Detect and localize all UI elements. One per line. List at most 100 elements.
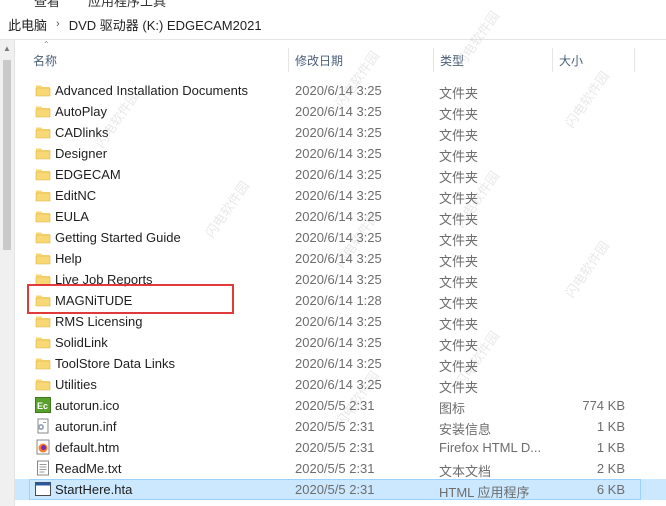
folder-icon: [35, 334, 51, 350]
file-row[interactable]: ToolStore Data Links 2020/6/14 3:25 文件夹: [15, 353, 666, 374]
file-date: 2020/6/14 1:28: [295, 293, 382, 308]
address-bar[interactable]: 此电脑 › DVD 驱动器 (K:) EDGECAM2021: [0, 9, 666, 40]
scroll-up-icon[interactable]: ▲: [3, 44, 11, 53]
file-row[interactable]: RMS Licensing 2020/6/14 3:25 文件夹: [15, 311, 666, 332]
ec-app-icon: Ec: [35, 397, 51, 413]
file-name: autorun.ico: [55, 398, 120, 413]
folder-icon: [35, 292, 51, 308]
setup-info-icon: [35, 418, 51, 434]
file-row[interactable]: SolidLink 2020/6/14 3:25 文件夹: [15, 332, 666, 353]
ribbon-tab-strip: 查看 应用程序工具: [0, 0, 666, 9]
file-type: 文件夹: [439, 233, 479, 248]
file-name: ToolStore Data Links: [55, 356, 175, 371]
folder-icon: [35, 82, 51, 98]
file-date: 2020/5/5 2:31: [295, 440, 375, 455]
file-name: RMS Licensing: [55, 314, 143, 329]
file-type: 文件夹: [439, 212, 479, 227]
file-list: ⌃ 名称 修改日期 类型 大小 Advanced Installation Do…: [15, 40, 666, 506]
file-row[interactable]: EDGECAM 2020/6/14 3:25 文件夹: [15, 164, 666, 185]
file-row[interactable]: Advanced Installation Documents 2020/6/14…: [15, 80, 666, 101]
file-row[interactable]: Getting Started Guide 2020/6/14 3:25 文件夹: [15, 227, 666, 248]
file-date: 2020/5/5 2:31: [295, 461, 375, 476]
file-size: 2 KB: [596, 461, 625, 476]
file-name: StartHere.hta: [55, 482, 133, 497]
folder-icon: [35, 208, 51, 224]
file-date: 2020/5/5 2:31: [295, 398, 375, 413]
file-row[interactable]: Live Job Reports 2020/6/14 3:25 文件夹: [15, 269, 666, 290]
navigation-pane-scrollbar[interactable]: ▲: [0, 40, 15, 506]
file-date: 2020/6/14 3:25: [295, 335, 382, 350]
file-name: CADlinks: [55, 125, 109, 140]
file-name: EDGECAM: [55, 167, 121, 182]
file-row[interactable]: ReadMe.txt 2020/5/5 2:31 文本文档 2 KB: [15, 458, 666, 479]
file-type: 文件夹: [439, 170, 479, 185]
file-date: 2020/6/14 3:25: [295, 272, 382, 287]
breadcrumb-this-pc[interactable]: 此电脑: [6, 15, 49, 34]
file-name: Designer: [55, 146, 108, 161]
file-name: EULA: [55, 209, 89, 224]
folder-icon: [35, 313, 51, 329]
breadcrumb-separator-icon[interactable]: ›: [49, 18, 67, 30]
file-type: 文件夹: [439, 149, 479, 164]
breadcrumb-dvd-drive[interactable]: DVD 驱动器 (K:) EDGECAM2021: [67, 15, 264, 34]
file-row[interactable]: Utilities 2020/6/14 3:25 文件夹: [15, 374, 666, 395]
file-name: Advanced Installation Documents: [55, 83, 248, 98]
file-name: ReadMe.txt: [55, 461, 122, 476]
folder-icon: [35, 103, 51, 119]
file-name: EditNC: [55, 188, 97, 203]
file-row[interactable]: MAGNiTUDE 2020/6/14 1:28 文件夹: [15, 290, 666, 311]
file-row[interactable]: Help 2020/6/14 3:25 文件夹: [15, 248, 666, 269]
app-tools-tab-fragment[interactable]: 应用程序工具: [88, 0, 166, 9]
file-row[interactable]: AutoPlay 2020/6/14 3:25 文件夹: [15, 101, 666, 122]
file-type: 图标: [439, 401, 466, 416]
column-header-name[interactable]: ⌃ 名称: [27, 40, 289, 80]
folder-icon: [35, 376, 51, 392]
file-date: 2020/6/14 3:25: [295, 251, 382, 266]
file-row[interactable]: EULA 2020/6/14 3:25 文件夹: [15, 206, 666, 227]
file-name: default.htm: [55, 440, 120, 455]
column-header-date[interactable]: 修改日期: [289, 40, 434, 80]
file-row[interactable]: autorun.inf 2020/5/5 2:31 安装信息 1 KB: [15, 416, 666, 437]
file-size: 774 KB: [582, 398, 625, 413]
file-row[interactable]: Ec autorun.ico 2020/5/5 2:31 图标 774 KB: [15, 395, 666, 416]
file-row[interactable]: StartHere.hta 2020/5/5 2:31 HTML 应用程序 6 KB: [15, 479, 666, 500]
text-document-icon: [35, 460, 51, 476]
view-tab-fragment[interactable]: 查看: [34, 0, 60, 9]
sort-ascending-icon: ⌃: [43, 40, 50, 49]
file-row[interactable]: default.htm 2020/5/5 2:31 Firefox HTML D..…: [15, 437, 666, 458]
file-row[interactable]: Designer 2020/6/14 3:25 文件夹: [15, 143, 666, 164]
file-name: autorun.inf: [55, 419, 117, 434]
file-date: 2020/6/14 3:25: [295, 104, 382, 119]
file-name: Utilities: [55, 377, 97, 392]
file-name: Getting Started Guide: [55, 230, 181, 245]
file-type: 文件夹: [439, 275, 479, 290]
file-type: 文件夹: [439, 296, 479, 311]
folder-icon: [35, 187, 51, 203]
file-date: 2020/5/5 2:31: [295, 419, 375, 434]
file-date: 2020/5/5 2:31: [295, 482, 375, 497]
file-date: 2020/6/14 3:25: [295, 377, 382, 392]
file-name: Help: [55, 251, 82, 266]
folder-icon: [35, 166, 51, 182]
folder-icon: [35, 145, 51, 161]
file-type: 文件夹: [439, 128, 479, 143]
file-type: 文件夹: [439, 191, 479, 206]
file-row[interactable]: CADlinks 2020/6/14 3:25 文件夹: [15, 122, 666, 143]
svg-text:Ec: Ec: [37, 401, 48, 411]
file-type: 文件夹: [439, 338, 479, 353]
column-header-size[interactable]: 大小: [553, 40, 635, 80]
file-date: 2020/6/14 3:25: [295, 314, 382, 329]
file-type: 文件夹: [439, 359, 479, 374]
column-header-type[interactable]: 类型: [434, 40, 553, 80]
scrollbar-thumb[interactable]: [3, 60, 11, 250]
file-date: 2020/6/14 3:25: [295, 125, 382, 140]
file-type: Firefox HTML D...: [439, 440, 542, 455]
hta-app-icon: [35, 481, 51, 497]
file-date: 2020/6/14 3:25: [295, 167, 382, 182]
file-size: 1 KB: [596, 440, 625, 455]
firefox-html-icon: [35, 439, 51, 455]
file-type: 文件夹: [439, 380, 479, 395]
file-row[interactable]: EditNC 2020/6/14 3:25 文件夹: [15, 185, 666, 206]
file-name: SolidLink: [55, 335, 108, 350]
column-divider[interactable]: [634, 48, 635, 72]
